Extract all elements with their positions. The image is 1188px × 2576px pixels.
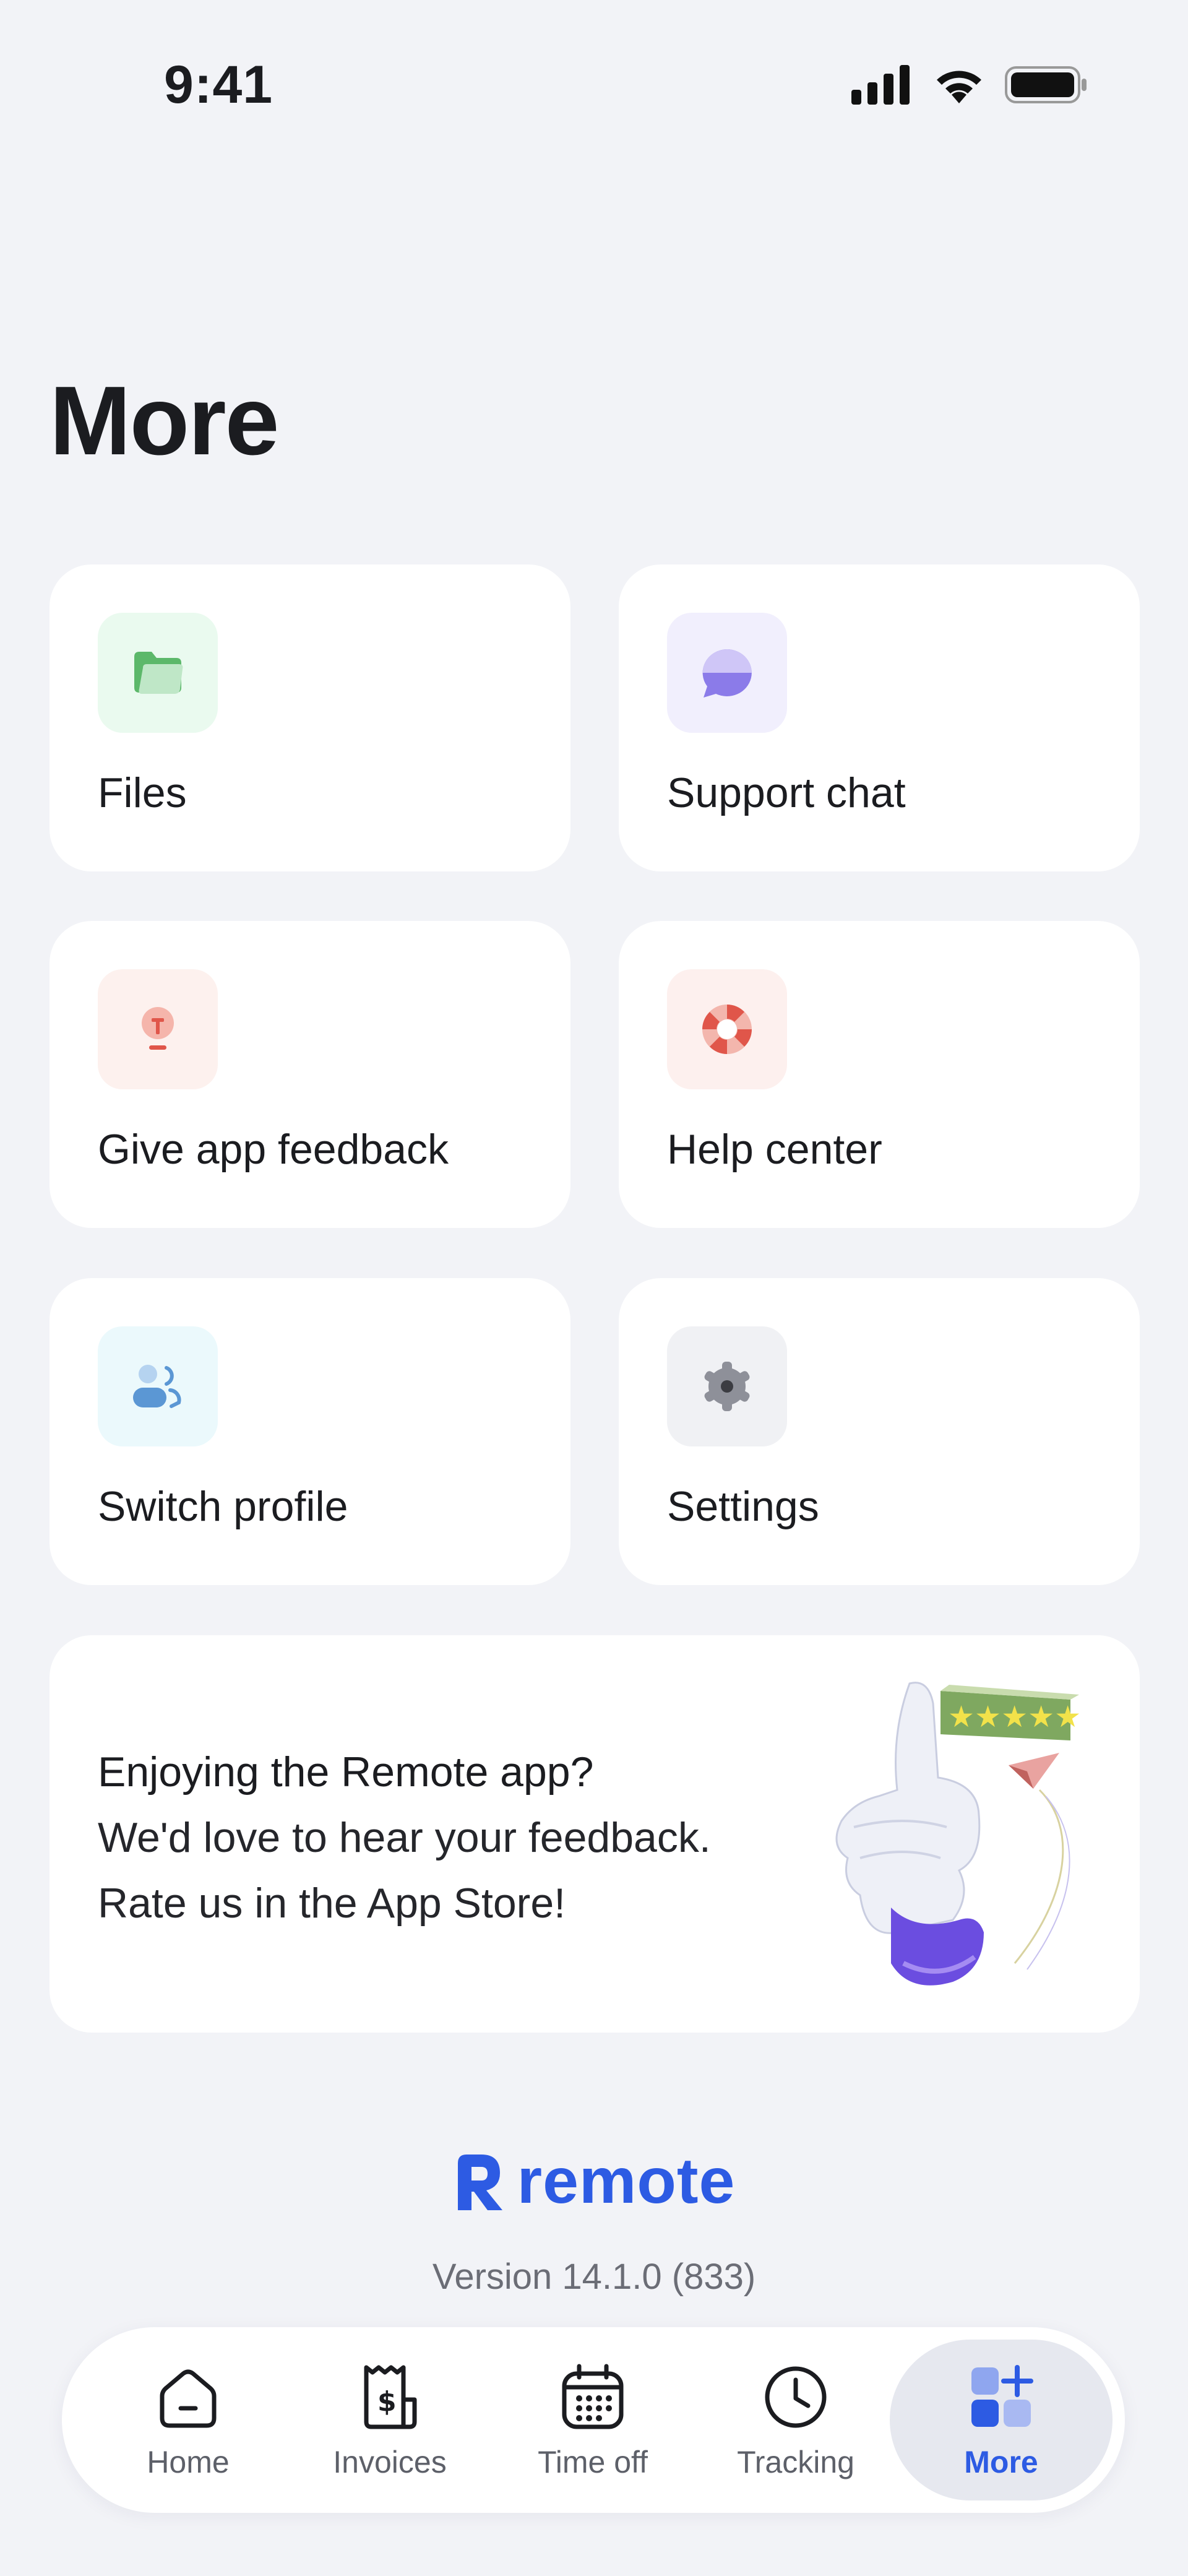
tab-invoices[interactable]: $ Invoices xyxy=(288,2340,491,2500)
support-chat-card[interactable]: Support chat xyxy=(619,564,1140,871)
gear-icon xyxy=(704,1362,750,1411)
support-chat-icon-tile xyxy=(667,613,787,733)
more-screen: 9:41 More Files Support chat Give app fe… xyxy=(0,0,1188,2576)
files-label: Files xyxy=(98,769,187,816)
tab-invoices-label: Invoices xyxy=(333,2445,447,2479)
chat-bubble-icon xyxy=(702,649,752,698)
settings-card[interactable]: Settings xyxy=(619,1278,1140,1585)
home-icon xyxy=(160,2369,217,2428)
battery-icon xyxy=(1005,66,1087,103)
stars-text: ★★★★★ xyxy=(948,1700,1081,1734)
status-bar: 9:41 xyxy=(0,0,1188,161)
folder-icon xyxy=(134,652,183,694)
calendar-icon xyxy=(562,2364,624,2429)
status-time: 9:41 xyxy=(164,55,273,115)
app-version: Version 14.1.0 (833) xyxy=(432,2257,756,2297)
status-icons xyxy=(851,65,1089,105)
give-feedback-card[interactable]: Give app feedback xyxy=(50,921,570,1228)
help-center-card[interactable]: Help center xyxy=(619,921,1140,1228)
tab-more-label: More xyxy=(964,2445,1038,2479)
support-chat-label: Support chat xyxy=(667,769,906,816)
rate-app-banner[interactable]: Enjoying the Remote app? We'd love to he… xyxy=(50,1635,1140,2033)
switch-profile-card[interactable]: Switch profile xyxy=(50,1278,570,1585)
give-feedback-label: Give app feedback xyxy=(98,1126,449,1173)
files-card[interactable]: Files xyxy=(50,564,570,871)
tab-home-label: Home xyxy=(147,2445,230,2479)
feedback-icon-tile xyxy=(98,969,218,1089)
tab-tracking[interactable]: Tracking xyxy=(694,2340,897,2500)
rate-app-heading: Enjoying the Remote app? xyxy=(98,1748,594,1796)
tab-tracking-label: Tracking xyxy=(737,2445,854,2479)
tab-bar: Home $ Invoices Time off Tracking More xyxy=(62,2327,1125,2513)
switch-users-icon xyxy=(133,1365,181,1408)
page-title: More xyxy=(50,366,279,475)
star-rating-plaque: ★★★★★ xyxy=(940,1685,1081,1740)
lightbulb-icon xyxy=(142,1007,174,1050)
switch-profile-icon-tile xyxy=(98,1326,218,1446)
rate-app-line-2: Rate us in the App Store! xyxy=(98,1880,566,1927)
help-center-label: Help center xyxy=(667,1126,882,1173)
wifi-icon xyxy=(937,71,981,103)
help-center-icon-tile xyxy=(667,969,787,1089)
settings-icon-tile xyxy=(667,1326,787,1446)
svg-text:$: $ xyxy=(377,2386,397,2418)
more-grid-icon xyxy=(971,2365,1033,2427)
thumbs-up-illustration: ★★★★★ xyxy=(835,1682,1081,1986)
tab-more[interactable]: More xyxy=(890,2340,1113,2500)
remote-r-mark-icon xyxy=(457,2154,502,2210)
rate-app-line-1: We'd love to hear your feedback. xyxy=(98,1814,711,1861)
rate-app-text: Enjoying the Remote app? We'd love to he… xyxy=(98,1739,809,1936)
tab-home[interactable]: Home xyxy=(87,2340,290,2500)
settings-label: Settings xyxy=(667,1483,819,1530)
signal-icon xyxy=(851,65,910,105)
lifebuoy-icon xyxy=(702,1005,752,1054)
remote-logo: remote xyxy=(0,2145,1188,2218)
files-icon-tile xyxy=(98,613,218,733)
clock-icon xyxy=(765,2366,827,2428)
tab-time-off-label: Time off xyxy=(538,2445,648,2479)
invoice-icon: $ xyxy=(364,2365,417,2429)
tab-time-off[interactable]: Time off xyxy=(491,2340,694,2500)
switch-profile-label: Switch profile xyxy=(98,1483,348,1530)
brand-name: remote xyxy=(517,2145,736,2217)
